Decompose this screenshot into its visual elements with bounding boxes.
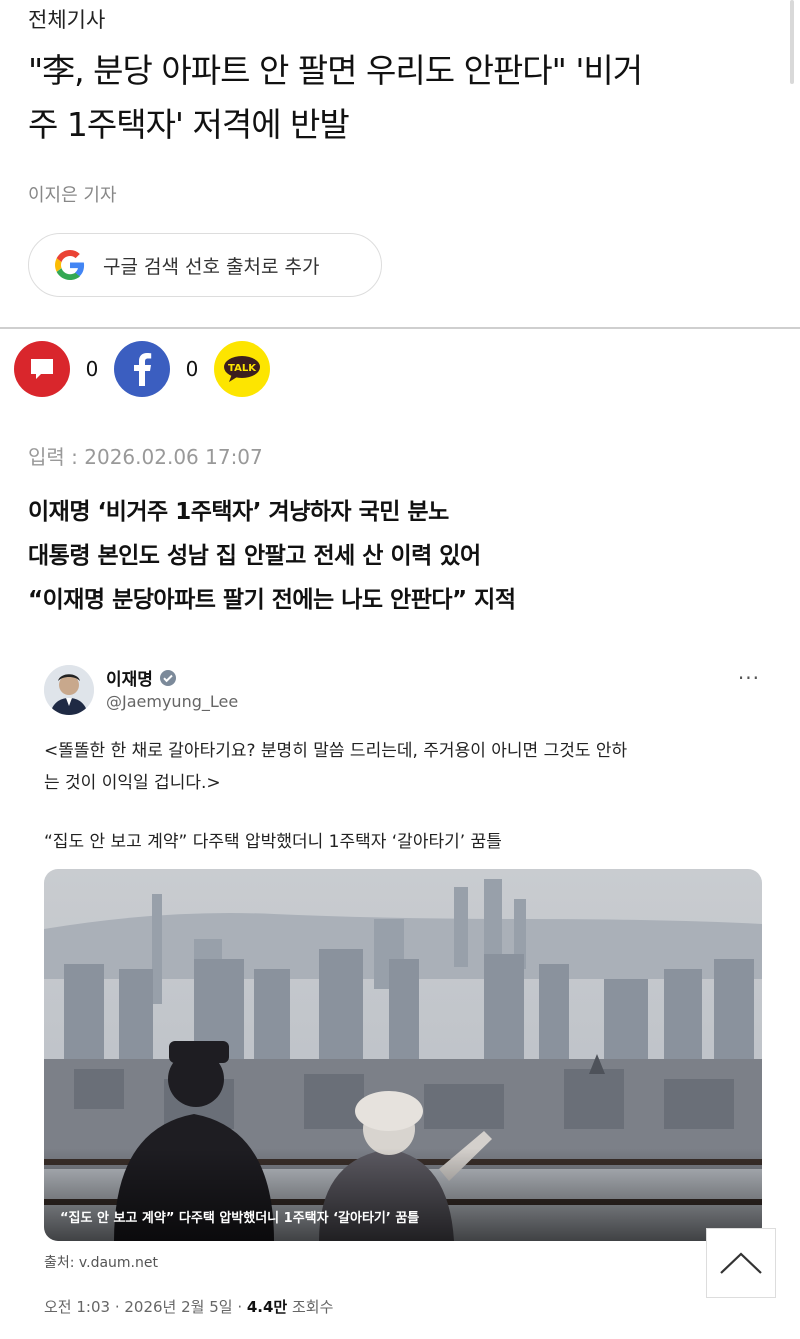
google-button-label: 구글 검색 선호 출처로 추가 xyxy=(103,255,320,278)
tweet-view-count: 4.4만 xyxy=(246,1298,288,1316)
tweet-avatar[interactable] xyxy=(44,665,94,715)
section-divider xyxy=(0,327,800,329)
comment-icon xyxy=(31,359,53,379)
headline-line-1: "李, 분당 아파트 안 팔면 우리도 안판다" '비거 xyxy=(28,51,643,90)
linked-article-title[interactable]: “집도 안 보고 계약” 다주택 압박했더니 1주택자 ‘갈아타기’ 꿈틀 xyxy=(44,827,764,852)
more-options-icon[interactable]: ··· xyxy=(738,666,760,690)
headline-line-2: 주 1주택자' 저격에 반발 xyxy=(28,105,350,144)
tweet-text-line-2: 는 것이 이익일 겁니다.> xyxy=(44,773,221,793)
kakaotalk-icon: TALK xyxy=(224,356,260,382)
talk-text: TALK xyxy=(228,363,257,374)
article-summary: 이재명 ‘비거주 1주택자’ 겨냥하자 국민 분노 대통령 본인도 성남 집 안… xyxy=(28,490,778,622)
tweet-handle[interactable]: @Jaemyung_Lee xyxy=(106,692,238,711)
person-icon xyxy=(44,665,94,715)
summary-line: 대통령 본인도 성남 집 안팔고 전세 산 이력 있어 xyxy=(28,543,481,569)
facebook-share-button[interactable] xyxy=(114,341,170,397)
scrollbar[interactable] xyxy=(790,0,794,84)
tweet-text: <똘똘한 한 채로 갈아타기요? 분명히 말씀 드리는데, 주거용이 아니면 그… xyxy=(44,735,764,799)
verified-badge-icon xyxy=(159,669,176,686)
summary-line: 이재명 ‘비거주 1주택자’ 겨냥하자 국민 분노 xyxy=(28,499,449,525)
facebook-icon xyxy=(134,353,152,386)
tweet-view-label: 조회수 xyxy=(287,1298,334,1316)
tweet-text-line-1: <똘똘한 한 채로 갈아타기요? 분명히 말씀 드리는데, 주거용이 아니면 그… xyxy=(44,741,628,761)
city-skyline-photo[interactable] xyxy=(44,869,762,1241)
facebook-count: 0 xyxy=(185,357,199,381)
tweet-meta: 오전 1:03 · 2026년 2월 5일 · 4.4만 조회수 xyxy=(44,1296,333,1317)
article-headline: "李, 분당 아파트 안 팔면 우리도 안판다" '비거 주 1주택자' 저격에… xyxy=(28,44,768,152)
comment-count: 0 xyxy=(85,357,99,381)
tweet-timestamp[interactable]: 오전 1:03 · 2026년 2월 5일 · xyxy=(44,1298,247,1316)
scroll-to-top-button[interactable] xyxy=(706,1228,776,1298)
link-source[interactable]: 출처: v.daum.net xyxy=(44,1252,158,1272)
google-preferred-source-button[interactable]: 구글 검색 선호 출처로 추가 xyxy=(28,233,382,297)
kakaotalk-share-button[interactable]: TALK xyxy=(214,341,270,397)
summary-line: “이재명 분당아파트 팔기 전에는 나도 안판다” 지적 xyxy=(28,587,516,613)
google-icon xyxy=(55,250,85,280)
photo-caption: “집도 안 보고 계약” 다주택 압박했더니 1주택자 ‘갈아타기’ 꿈틀 xyxy=(60,1211,420,1226)
publish-date: 입력 : 2026.02.06 17:07 xyxy=(28,445,263,469)
tweet-author[interactable]: 이재명 xyxy=(106,665,177,690)
tweet-author-name: 이재명 xyxy=(106,670,153,690)
chevron-up-icon xyxy=(720,1252,762,1274)
category-label[interactable]: 전체기사 xyxy=(28,4,105,34)
photo-illustration xyxy=(44,869,762,1241)
share-bar: 0 0 TALK xyxy=(14,341,270,397)
reporter-name: 이지은 기자 xyxy=(28,185,117,206)
comment-button[interactable] xyxy=(14,341,70,397)
